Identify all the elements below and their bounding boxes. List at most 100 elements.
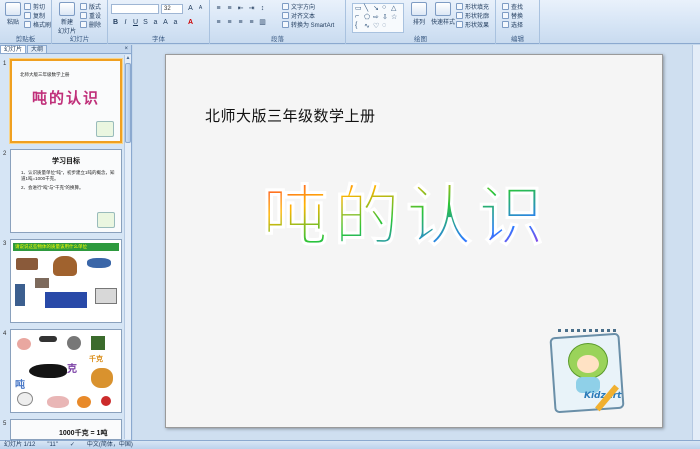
shape-outline-button[interactable]: 形状轮廓 xyxy=(456,11,489,20)
slide-subtitle[interactable]: 北师大版三年级数学上册 xyxy=(205,105,376,126)
align-right-button[interactable]: ≡ xyxy=(236,18,245,27)
columns-button[interactable]: ▥ xyxy=(258,18,267,27)
curve-shape-icon: ∿ xyxy=(364,23,370,30)
shrink-font-button[interactable]: A xyxy=(196,4,205,13)
spell-check-icon[interactable]: ✓ xyxy=(70,441,75,449)
oval-shape-icon: ○ xyxy=(382,4,387,11)
layout-button[interactable]: 版式 xyxy=(80,2,101,11)
format-painter-button[interactable]: 格式刷 xyxy=(24,20,51,29)
slide-thumbnail-4[interactable]: 吨 克 千克 xyxy=(10,329,122,413)
thumb-number: 5 xyxy=(3,421,7,427)
replace-icon xyxy=(502,12,509,19)
thumb-number: 2 xyxy=(3,151,7,157)
shape-effects-button[interactable]: 形状效果 xyxy=(456,20,489,29)
ship-image xyxy=(45,292,87,308)
cursor-icon xyxy=(502,21,509,28)
bold-button[interactable]: B xyxy=(111,18,120,27)
thumb-title: 吨的认识 xyxy=(32,89,101,107)
rainbow-title-art: 吨的认识 xyxy=(262,178,550,256)
tab-slides[interactable]: 幻灯片 xyxy=(0,45,27,53)
align-left-button[interactable]: ≡ xyxy=(214,18,223,27)
slide-editing-area: 北师大版三年级数学上册 吨的认识 KidzArt xyxy=(133,45,700,440)
spacing-button[interactable]: A xyxy=(161,18,170,27)
paste-button[interactable]: 粘贴 xyxy=(2,2,24,26)
bracket-shape-icon: ⌐ xyxy=(355,13,360,20)
slide-thumbnail-1[interactable]: 北师大版三年级数学上册 吨的认识 xyxy=(10,59,122,143)
reset-icon xyxy=(80,12,87,19)
pumpkin-image xyxy=(77,396,91,408)
computer-image xyxy=(95,288,117,304)
font-name-combo[interactable] xyxy=(111,4,159,14)
strikethrough-button[interactable]: a xyxy=(151,18,160,27)
cut-button[interactable]: 剪切 xyxy=(24,2,45,11)
slide-scrollbar[interactable] xyxy=(692,45,700,440)
arrange-button[interactable]: 排列 xyxy=(408,2,430,26)
copy-button[interactable]: 复制 xyxy=(24,11,45,20)
slides-pane: 幻灯片 大纲 × 1 北师大版三年级数学上册 吨的认识 2 学习目标 1、认识质… xyxy=(0,45,132,440)
right-arrow-shape-icon: ⇨ xyxy=(373,14,379,21)
shape-fill-button[interactable]: 形状填充 xyxy=(456,2,489,11)
bear-image xyxy=(91,368,113,388)
calendar-mascot-icon xyxy=(97,212,115,228)
smartart-button[interactable]: 转换为 SmartArt xyxy=(282,20,334,29)
peach-image xyxy=(17,338,31,350)
slide-thumbnail-2[interactable]: 学习目标 1、认识质量单位“吨”，初步建立1吨的概念，知道1吨=1000千克。 … xyxy=(10,149,122,233)
thumb-char-ke: 克 xyxy=(67,364,77,375)
slide-thumbnail-5[interactable]: 1000千克 = 1吨 xyxy=(10,419,122,440)
underline-button[interactable]: U xyxy=(131,18,140,27)
thumb-banner: 请说说这些物体的质量该用什么单位 xyxy=(13,243,119,251)
pane-scroll-thumb[interactable] xyxy=(125,63,131,143)
pane-scrollbar[interactable]: ▲ xyxy=(124,55,131,439)
pentagon-shape-icon: ⬠ xyxy=(364,14,371,21)
delete-slide-button[interactable]: 删除 xyxy=(80,20,101,29)
slides-group: 新建 幻灯片 版式 重设 删除 幻灯片 xyxy=(52,0,108,44)
grow-font-button[interactable]: A xyxy=(186,4,195,13)
slide-counter: 幻灯片 1/12 xyxy=(4,442,36,448)
scroll-up-icon[interactable]: ▲ xyxy=(125,55,131,61)
slide-thumbnail-3[interactable]: 请说说这些物体的质量该用什么单位 xyxy=(10,239,122,323)
pig-image xyxy=(47,396,69,408)
numbering-button[interactable]: ≡ xyxy=(225,4,234,13)
italic-button[interactable]: I xyxy=(121,18,130,27)
line-spacing-button[interactable]: ↕ xyxy=(258,4,267,13)
font-color-button[interactable]: A xyxy=(186,18,195,27)
thumb-number: 1 xyxy=(3,61,7,67)
brush-icon xyxy=(24,21,31,28)
pane-close-button[interactable]: × xyxy=(124,45,128,53)
increase-indent-button[interactable]: ⇥ xyxy=(247,4,256,13)
select-button[interactable]: 选择 xyxy=(502,20,523,29)
align-text-button[interactable]: 对齐文本 xyxy=(282,11,315,20)
bullets-button[interactable]: ≡ xyxy=(214,4,223,13)
smartart-icon xyxy=(282,21,289,28)
tab-outline[interactable]: 大纲 xyxy=(27,45,48,53)
heart-shape-icon: ♡ xyxy=(373,23,380,30)
font-size-combo[interactable]: 32 xyxy=(161,4,183,14)
align-center-button[interactable]: ≡ xyxy=(225,18,234,27)
editing-group: 查找 替换 选择 编辑 xyxy=(496,0,540,44)
title-art-text: 吨的认识 xyxy=(262,178,550,255)
scissors-icon xyxy=(24,3,31,10)
current-slide[interactable]: 北师大版三年级数学上册 吨的认识 KidzArt xyxy=(165,54,663,428)
text-direction-button[interactable]: 文字方向 xyxy=(282,2,315,11)
paragraph-label: 段落 xyxy=(271,36,284,43)
box-image xyxy=(35,278,49,288)
phone-image xyxy=(15,284,25,306)
new-slide-button[interactable]: 新建 幻灯片 xyxy=(56,2,78,35)
triangle-shape-icon: △ xyxy=(391,5,397,12)
change-case-button[interactable]: a xyxy=(171,18,180,27)
quick-styles-button[interactable]: 快速样式 xyxy=(430,2,456,26)
decrease-indent-button[interactable]: ⇤ xyxy=(236,4,245,13)
thumb-line-2: 2、会进行“吨”与“千克”的换算。 xyxy=(21,185,84,190)
down-arrow-shape-icon: ⇩ xyxy=(382,14,388,21)
shapes-gallery[interactable]: ▭ ╲ ↘ ○ △ ⌐ ⬠ ⇨ ⇩ ☆ { ∿ ♡ ◌ xyxy=(352,3,404,33)
reset-button[interactable]: 重设 xyxy=(80,11,101,20)
replace-button[interactable]: 替换 xyxy=(502,11,523,20)
justify-button[interactable]: ≡ xyxy=(247,18,256,27)
shadow-button[interactable]: S xyxy=(141,18,150,27)
slide-title[interactable]: 吨的认识 xyxy=(262,173,572,279)
find-button[interactable]: 查找 xyxy=(502,2,523,11)
drawing-group: ▭ ╲ ↘ ○ △ ⌐ ⬠ ⇨ ⇩ ☆ { ∿ ♡ ◌ 排列 快速样式 形状填充… xyxy=(346,0,496,44)
calendar-mascot-icon xyxy=(96,121,114,137)
thumb-subtitle: 北师大版三年级数学上册 xyxy=(20,73,70,78)
arrow-shape-icon: ↘ xyxy=(373,5,379,12)
